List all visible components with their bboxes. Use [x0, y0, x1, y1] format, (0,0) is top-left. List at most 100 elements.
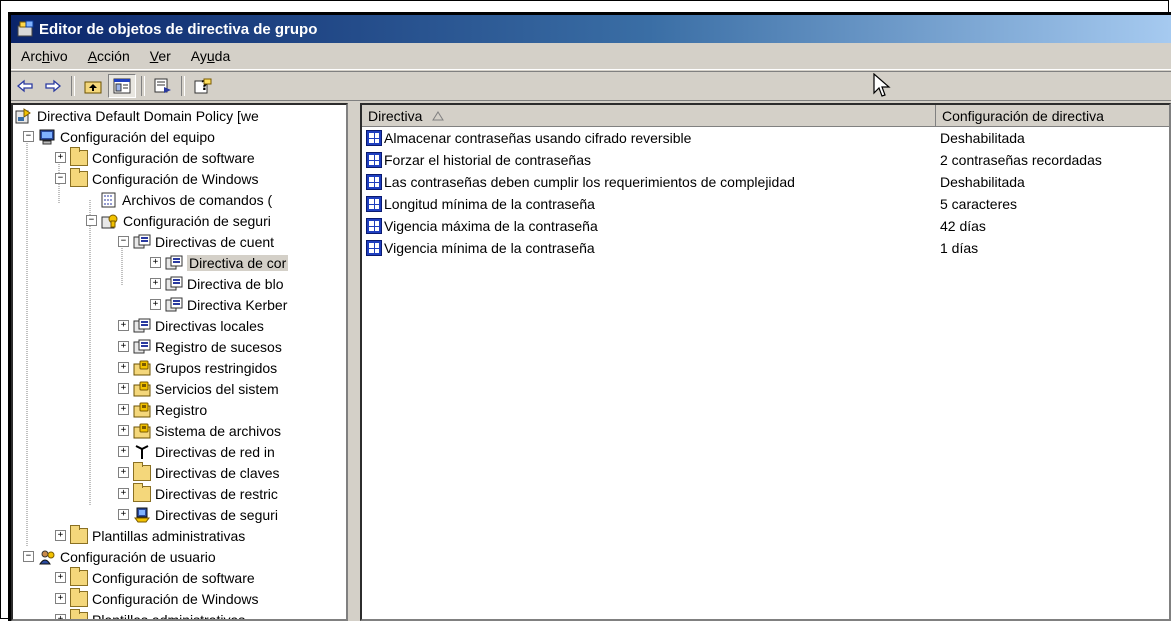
tree-item-label: Configuración de seguri — [123, 212, 271, 229]
policy-name: Almacenar contraseñas usando cifrado rev… — [384, 130, 692, 146]
security-icon — [101, 213, 119, 229]
toolbar: ? — [11, 71, 1171, 101]
policy-value: 5 caracteres — [940, 196, 1018, 212]
tree-item-system-services[interactable]: + Servicios del sistem — [118, 378, 279, 399]
tree-item-ip-security[interactable]: + Directivas de seguri — [118, 504, 278, 525]
expand-toggle[interactable]: + — [150, 299, 161, 310]
expand-toggle[interactable]: + — [55, 614, 66, 619]
expand-toggle[interactable]: + — [118, 383, 129, 394]
collapse-toggle[interactable]: − — [118, 236, 129, 247]
forward-button[interactable] — [40, 75, 66, 97]
tree-item-label: Configuración de Windows — [92, 590, 259, 607]
tree-item-lockout-policy[interactable]: + Directiva de blo — [150, 273, 284, 294]
toolbar-separator — [141, 76, 145, 96]
export-list-button[interactable] — [150, 75, 176, 97]
list-item[interactable]: Longitud mínima de la contraseña 5 carac… — [362, 193, 1169, 215]
policy-value: Deshabilitada — [940, 174, 1025, 190]
policy-setting-icon — [366, 240, 382, 256]
expand-toggle[interactable]: + — [55, 530, 66, 541]
folder-icon — [70, 146, 88, 166]
expand-toggle[interactable]: + — [118, 446, 129, 457]
expand-toggle[interactable]: + — [118, 362, 129, 373]
antenna-icon — [133, 444, 151, 460]
tree-item-label: Configuración de software — [92, 149, 255, 166]
details-list[interactable]: Directiva Configuración de directiva Alm… — [360, 103, 1171, 621]
tree-item-root-policy[interactable]: Directiva Default Domain Policy [we — [15, 105, 259, 126]
expand-toggle[interactable]: + — [150, 278, 161, 289]
tree-item-wireless-network[interactable]: + Directivas de red in — [118, 441, 275, 462]
collapse-toggle[interactable]: − — [23, 131, 34, 142]
user-icon — [38, 549, 56, 565]
tree-item-user-software-config[interactable]: + Configuración de software — [55, 566, 255, 588]
collapse-toggle[interactable]: − — [55, 173, 66, 184]
toolbar-separator — [181, 76, 185, 96]
policy-folder-icon — [165, 276, 183, 292]
policy-folder-icon — [165, 297, 183, 313]
expand-toggle[interactable]: + — [55, 593, 66, 604]
expand-toggle[interactable]: + — [55, 572, 66, 583]
collapse-toggle[interactable]: − — [86, 215, 97, 226]
tree-item-registry[interactable]: + Registro — [118, 399, 207, 420]
tree-item-user-windows-config[interactable]: + Configuración de Windows — [55, 587, 259, 609]
tree-item-label: Configuración de Windows — [92, 170, 259, 187]
tree-item-kerberos-policy[interactable]: + Directiva Kerber — [150, 294, 287, 315]
tree-item-software-restriction[interactable]: + Directivas de restric — [118, 482, 278, 504]
expand-toggle[interactable]: + — [118, 341, 129, 352]
list-item[interactable]: Vigencia máxima de la contraseña 42 días — [362, 215, 1169, 237]
expand-toggle[interactable]: + — [118, 425, 129, 436]
up-one-level-button[interactable] — [80, 75, 106, 97]
menu-ver[interactable]: Ver — [140, 48, 181, 64]
help-button[interactable]: ? — [190, 75, 216, 97]
tree-item-label: Directivas de cuent — [155, 233, 275, 250]
pane-splitter[interactable] — [348, 103, 360, 621]
expand-toggle[interactable]: + — [118, 404, 129, 415]
tree-item-software-config[interactable]: + Configuración de software — [55, 146, 255, 168]
policy-setting-icon — [366, 196, 382, 212]
expand-toggle[interactable]: + — [118, 467, 129, 478]
list-item[interactable]: Forzar el historial de contraseñas 2 con… — [362, 149, 1169, 171]
policy-setting-icon — [366, 152, 382, 168]
expand-toggle[interactable]: + — [150, 257, 161, 268]
expand-toggle[interactable]: + — [118, 320, 129, 331]
tree-item-scripts[interactable]: Archivos de comandos ( — [100, 189, 272, 210]
folder-icon — [70, 524, 88, 544]
lock-folder-icon — [133, 360, 151, 376]
tree-item-local-policies[interactable]: + Directivas locales — [118, 315, 264, 336]
tree-item-admin-templates[interactable]: + Plantillas administrativas — [55, 524, 246, 546]
expand-toggle[interactable]: + — [118, 509, 129, 520]
expand-toggle[interactable]: + — [118, 488, 129, 499]
tree-item-label: Plantillas administrativas — [92, 527, 246, 544]
menu-ayuda[interactable]: Ayuda — [181, 48, 240, 64]
column-header-directiva[interactable]: Directiva — [362, 105, 936, 127]
ip-security-icon — [133, 507, 151, 523]
console-tree[interactable]: Directiva Default Domain Policy [we − Co… — [11, 103, 348, 621]
title-bar[interactable]: Editor de objetos de directiva de grupo — [11, 15, 1171, 43]
export-list-icon — [154, 78, 171, 93]
policy-name: Longitud mínima de la contraseña — [384, 196, 595, 212]
tree-item-user-admin-templates[interactable]: + Plantillas administrativas — [55, 608, 245, 619]
tree-item-label: Registro — [155, 401, 208, 418]
tree-item-restricted-groups[interactable]: + Grupos restringidos — [118, 357, 277, 378]
tree-item-event-log[interactable]: + Registro de sucesos — [118, 336, 282, 357]
tree-item-file-system[interactable]: + Sistema de archivos — [118, 420, 281, 441]
tree-item-windows-config[interactable]: − Configuración de Windows — [55, 167, 259, 189]
collapse-toggle[interactable]: − — [23, 551, 34, 562]
back-button[interactable] — [12, 75, 38, 97]
tree-item-label: Archivos de comandos ( — [122, 191, 273, 208]
list-item[interactable]: Almacenar contraseñas usando cifrado rev… — [362, 127, 1169, 149]
list-item[interactable]: Vigencia mínima de la contraseña 1 días — [362, 237, 1169, 259]
list-item[interactable]: Las contraseñas deben cumplir los requer… — [362, 171, 1169, 193]
tree-item-account-policies[interactable]: − Directivas de cuent — [118, 231, 274, 252]
menu-accion[interactable]: Acción — [78, 48, 140, 64]
tree-item-public-key[interactable]: + Directivas de claves — [118, 461, 280, 483]
show-hide-tree-button[interactable] — [108, 74, 136, 98]
column-header-configuracion[interactable]: Configuración de directiva — [936, 105, 1169, 127]
tree-item-user-config[interactable]: − Configuración de usuario — [23, 546, 216, 567]
tree-item-label: Configuración de software — [92, 569, 255, 586]
menu-archivo[interactable]: Archivo — [11, 48, 78, 64]
expand-toggle[interactable]: + — [55, 152, 66, 163]
tree-item-security-config[interactable]: − Configuración de seguri — [86, 210, 271, 231]
tree-item-password-policy[interactable]: + Directiva de cor — [150, 252, 289, 273]
tree-item-computer-config[interactable]: − Configuración del equipo — [23, 126, 215, 147]
policy-setting-icon — [366, 218, 382, 234]
